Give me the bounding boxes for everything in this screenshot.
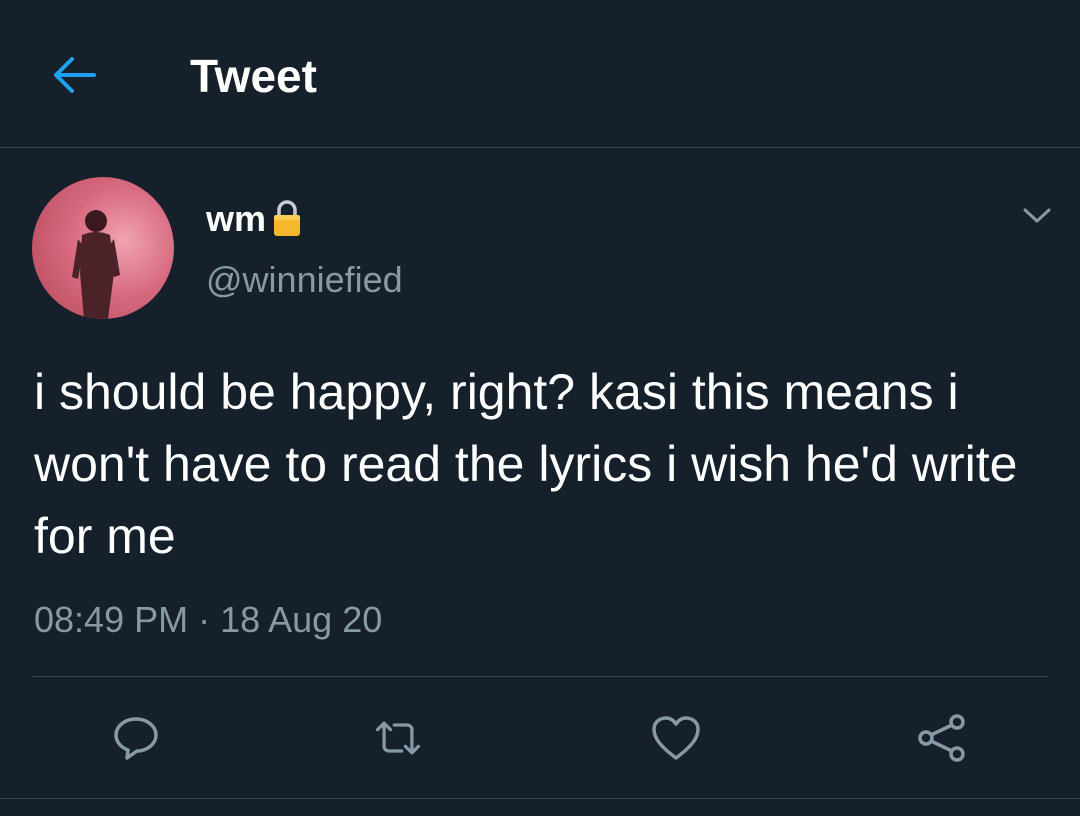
tweet-text: i should be happy, right? kasi this mean… — [34, 364, 1032, 564]
user-handle[interactable]: @winniefied — [206, 258, 403, 302]
divider — [32, 676, 1048, 677]
bottom-divider — [0, 798, 1080, 799]
display-name[interactable]: wm — [206, 198, 266, 240]
arrow-left-icon — [54, 57, 96, 93]
lock-icon — [274, 200, 301, 236]
page-title: Tweet — [190, 50, 317, 102]
share-button[interactable] — [916, 712, 968, 764]
reply-icon — [114, 717, 158, 760]
top-bar: Tweet — [0, 0, 1080, 148]
like-button[interactable] — [650, 712, 702, 764]
heart-icon — [652, 716, 700, 760]
share-icon — [918, 714, 965, 762]
tweet-detail-screen: Tweet wm @winniefied i should be happy, … — [0, 0, 1080, 816]
tweet-date: 18 Aug 20 — [220, 599, 383, 640]
avatar-photo — [72, 210, 120, 319]
retweet-button[interactable] — [372, 712, 424, 764]
more-options-button[interactable] — [1014, 196, 1060, 236]
timestamp-separator: · — [198, 599, 211, 640]
back-button[interactable] — [44, 46, 102, 104]
avatar[interactable] — [32, 177, 174, 319]
reply-button[interactable] — [110, 712, 162, 764]
display-name-row: wm — [206, 196, 302, 242]
retweet-icon — [375, 721, 421, 755]
chevron-down-icon — [1023, 208, 1051, 223]
tweet-time: 08:49 PM — [34, 599, 189, 640]
tweet-timestamp[interactable]: 08:49 PM · 18 Aug 20 — [34, 596, 382, 644]
